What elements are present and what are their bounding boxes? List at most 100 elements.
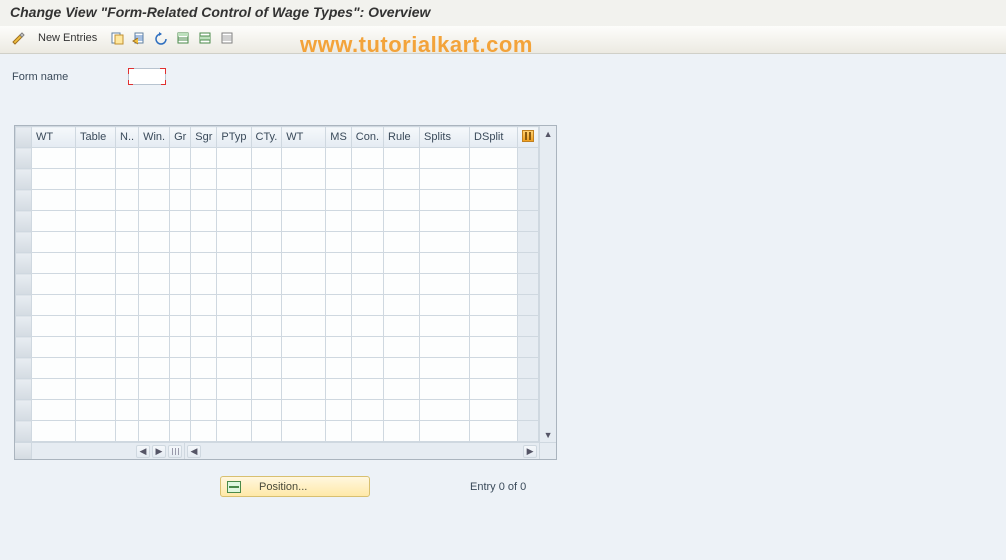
- cell-con[interactable]: [351, 190, 383, 211]
- cell-wt2[interactable]: [282, 337, 326, 358]
- cell-splits[interactable]: [420, 316, 470, 337]
- cell-splits[interactable]: [420, 400, 470, 421]
- cell-rule[interactable]: [384, 211, 420, 232]
- cell-wt[interactable]: [32, 337, 76, 358]
- cell-cty[interactable]: [251, 190, 282, 211]
- column-header-con[interactable]: Con.: [351, 127, 383, 148]
- cell-gr[interactable]: [170, 190, 191, 211]
- table-settings-icon[interactable]: [518, 127, 539, 148]
- cell-wt2[interactable]: [282, 274, 326, 295]
- cell-ptyp[interactable]: [217, 253, 251, 274]
- cell-ms[interactable]: [326, 253, 352, 274]
- cell-gr[interactable]: [170, 316, 191, 337]
- cell-gr[interactable]: [170, 421, 191, 442]
- cell-gr[interactable]: [170, 232, 191, 253]
- cell-ms[interactable]: [326, 211, 352, 232]
- data-grid[interactable]: WTTableN..Win.GrSgrPTypCTy.WTMSCon.RuleS…: [15, 126, 539, 442]
- cell-rule[interactable]: [384, 295, 420, 316]
- column-header-wt2[interactable]: WT: [282, 127, 326, 148]
- table-row[interactable]: [16, 295, 539, 316]
- cell-rule[interactable]: [384, 316, 420, 337]
- cell-dsplit[interactable]: [470, 400, 518, 421]
- cell-gr[interactable]: [170, 169, 191, 190]
- column-header-wt[interactable]: WT: [32, 127, 76, 148]
- cell-win[interactable]: [139, 232, 170, 253]
- table-row[interactable]: [16, 148, 539, 169]
- cell-ms[interactable]: [326, 400, 352, 421]
- cell-ms[interactable]: [326, 358, 352, 379]
- cell-splits[interactable]: [420, 253, 470, 274]
- cell-cty[interactable]: [251, 337, 282, 358]
- cell-table[interactable]: [76, 253, 116, 274]
- cell-dsplit[interactable]: [470, 190, 518, 211]
- column-header-ms[interactable]: MS: [326, 127, 352, 148]
- row-selector[interactable]: [16, 421, 32, 442]
- cell-dsplit[interactable]: [470, 421, 518, 442]
- cell-n[interactable]: [116, 421, 139, 442]
- cell-rule[interactable]: [384, 379, 420, 400]
- cell-dsplit[interactable]: [470, 232, 518, 253]
- cell-gr[interactable]: [170, 358, 191, 379]
- cell-con[interactable]: [351, 316, 383, 337]
- table-row[interactable]: [16, 358, 539, 379]
- row-selector[interactable]: [16, 211, 32, 232]
- cell-n[interactable]: [116, 211, 139, 232]
- cell-table[interactable]: [76, 211, 116, 232]
- cell-splits[interactable]: [420, 148, 470, 169]
- table-row[interactable]: [16, 232, 539, 253]
- cell-ptyp[interactable]: [217, 421, 251, 442]
- cell-wt2[interactable]: [282, 400, 326, 421]
- cell-dsplit[interactable]: [470, 358, 518, 379]
- cell-sgr[interactable]: [191, 421, 217, 442]
- cell-ptyp[interactable]: [217, 337, 251, 358]
- cell-sgr[interactable]: [191, 190, 217, 211]
- cell-splits[interactable]: [420, 358, 470, 379]
- column-header-splits[interactable]: Splits: [420, 127, 470, 148]
- cell-cty[interactable]: [251, 400, 282, 421]
- cell-dsplit[interactable]: [470, 253, 518, 274]
- cell-wt[interactable]: [32, 400, 76, 421]
- cell-dsplit[interactable]: [470, 379, 518, 400]
- cell-ms[interactable]: [326, 232, 352, 253]
- row-selector[interactable]: [16, 337, 32, 358]
- cell-dsplit[interactable]: [470, 337, 518, 358]
- cell-ms[interactable]: [326, 421, 352, 442]
- cell-splits[interactable]: [420, 295, 470, 316]
- scroll-right-icon[interactable]: ▶: [523, 445, 537, 458]
- cell-gr[interactable]: [170, 295, 191, 316]
- cell-ptyp[interactable]: [217, 274, 251, 295]
- cell-gr[interactable]: [170, 274, 191, 295]
- cell-ptyp[interactable]: [217, 358, 251, 379]
- cell-rule[interactable]: [384, 148, 420, 169]
- cell-dsplit[interactable]: [470, 169, 518, 190]
- cell-n[interactable]: [116, 253, 139, 274]
- cell-n[interactable]: [116, 274, 139, 295]
- cell-table[interactable]: [76, 148, 116, 169]
- cell-splits[interactable]: [420, 211, 470, 232]
- cell-ptyp[interactable]: [217, 190, 251, 211]
- scroll-up-icon[interactable]: ▲: [541, 126, 556, 141]
- cell-sgr[interactable]: [191, 232, 217, 253]
- cell-gr[interactable]: [170, 253, 191, 274]
- table-row[interactable]: [16, 169, 539, 190]
- cell-dsplit[interactable]: [470, 295, 518, 316]
- cell-wt[interactable]: [32, 379, 76, 400]
- cell-con[interactable]: [351, 421, 383, 442]
- cell-n[interactable]: [116, 358, 139, 379]
- cell-sgr[interactable]: [191, 253, 217, 274]
- cell-sgr[interactable]: [191, 379, 217, 400]
- cell-win[interactable]: [139, 148, 170, 169]
- cell-ms[interactable]: [326, 274, 352, 295]
- cell-sgr[interactable]: [191, 358, 217, 379]
- cell-cty[interactable]: [251, 421, 282, 442]
- cell-rule[interactable]: [384, 358, 420, 379]
- cell-ms[interactable]: [326, 316, 352, 337]
- cell-gr[interactable]: [170, 211, 191, 232]
- row-selector[interactable]: [16, 295, 32, 316]
- cell-table[interactable]: [76, 316, 116, 337]
- cell-table[interactable]: [76, 421, 116, 442]
- cell-ptyp[interactable]: [217, 148, 251, 169]
- cell-wt[interactable]: [32, 358, 76, 379]
- cell-cty[interactable]: [251, 274, 282, 295]
- cell-wt[interactable]: [32, 274, 76, 295]
